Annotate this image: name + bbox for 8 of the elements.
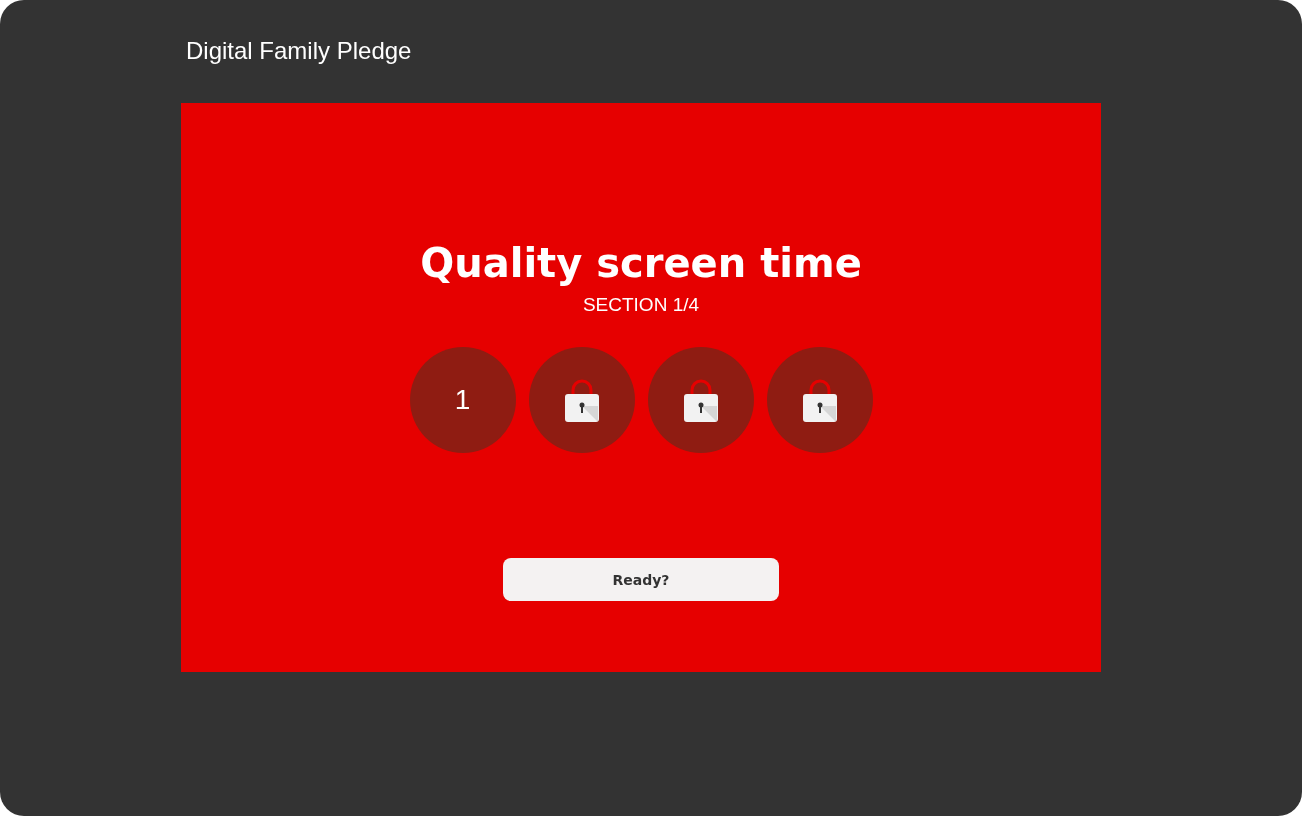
heading: Quality screen time <box>420 239 862 288</box>
section-label: SECTION 1/4 <box>582 293 700 317</box>
padlock-icon <box>563 378 600 422</box>
padlock-icon <box>682 378 719 422</box>
section-number[interactable]: 1 <box>409 347 516 453</box>
app-title: Digital Family Pledge <box>186 36 413 66</box>
padlock-icon <box>801 378 838 422</box>
ready-button[interactable]: Ready? <box>503 558 779 601</box>
